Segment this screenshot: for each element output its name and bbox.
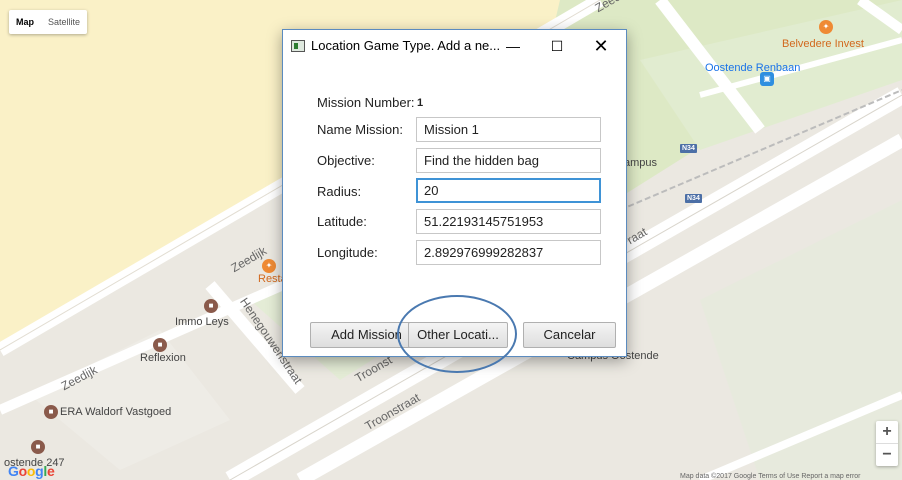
zoom-out-button[interactable]: − (876, 444, 898, 466)
name-mission-label: Name Mission: (317, 122, 403, 137)
poi-label-reflexion[interactable]: Reflexion (140, 352, 186, 364)
minimize-button[interactable]: — (491, 30, 535, 62)
restaurant-icon[interactable]: ✦ (262, 259, 276, 273)
route-shield-n34: N34 (685, 194, 702, 203)
map-type-satellite-button[interactable]: Satellite (41, 10, 87, 34)
poi-label-oostende-renbaan[interactable]: Oostende Renbaan (705, 62, 800, 74)
mission-number-value: 1 (417, 97, 424, 109)
dialog-titlebar[interactable]: Location Game Type. Add a ne... — ☐ ✕ (283, 30, 626, 62)
cancel-button[interactable]: Cancelar (523, 322, 616, 348)
restaurant-icon[interactable]: ✦ (819, 20, 833, 34)
zoom-in-button[interactable]: + (876, 421, 898, 443)
dialog-title: Location Game Type. Add a ne... (311, 38, 501, 53)
maximize-button[interactable]: ☐ (535, 30, 579, 62)
objective-input[interactable]: Find the hidden bag (416, 148, 601, 173)
zoom-control: + − (876, 421, 898, 466)
radius-input[interactable]: 20 (416, 178, 601, 203)
shop-icon[interactable]: ■ (31, 440, 45, 454)
map-type-control: Map Satellite (9, 10, 88, 34)
close-button[interactable]: ✕ (579, 30, 623, 62)
name-mission-input[interactable]: Mission 1 (416, 117, 601, 142)
close-icon: ✕ (593, 36, 609, 56)
java-app-icon (291, 40, 305, 52)
shop-icon[interactable]: ■ (44, 405, 58, 419)
latitude-label: Latitude: (317, 214, 367, 229)
maximize-icon: ☐ (550, 38, 564, 54)
latitude-input[interactable]: 51.22193145751953 (416, 209, 601, 234)
longitude-input[interactable]: 2.892976999282837 (416, 240, 601, 265)
train-station-icon[interactable]: ▣ (760, 72, 774, 86)
map-type-map-button[interactable]: Map (9, 10, 41, 34)
map-attribution[interactable]: Map data ©2017 Google Terms of Use Repor… (680, 473, 861, 480)
highlight-ellipse (397, 295, 517, 373)
map-view[interactable]: Zeedijk Zeedijk Zeedijk Henegouwenstraat… (0, 0, 902, 480)
minimize-icon: — (506, 38, 520, 54)
poi-label-campus[interactable]: ampus (624, 157, 657, 169)
longitude-label: Longitude: (317, 245, 378, 260)
mission-number-label: Mission Number: (317, 95, 415, 110)
google-logo[interactable]: Google (8, 463, 55, 479)
radius-label: Radius: (317, 184, 362, 199)
route-shield-n34: N34 (680, 144, 697, 153)
shop-icon[interactable]: ■ (204, 299, 218, 313)
poi-label-immo-leys[interactable]: Immo Leys (175, 316, 229, 328)
poi-label-belvedere[interactable]: Belvedere Invest (782, 38, 864, 50)
shop-icon[interactable]: ■ (153, 338, 167, 352)
objective-label: Objective: (317, 153, 375, 168)
poi-label-era-waldorf[interactable]: ERA Waldorf Vastgoed (60, 406, 171, 418)
